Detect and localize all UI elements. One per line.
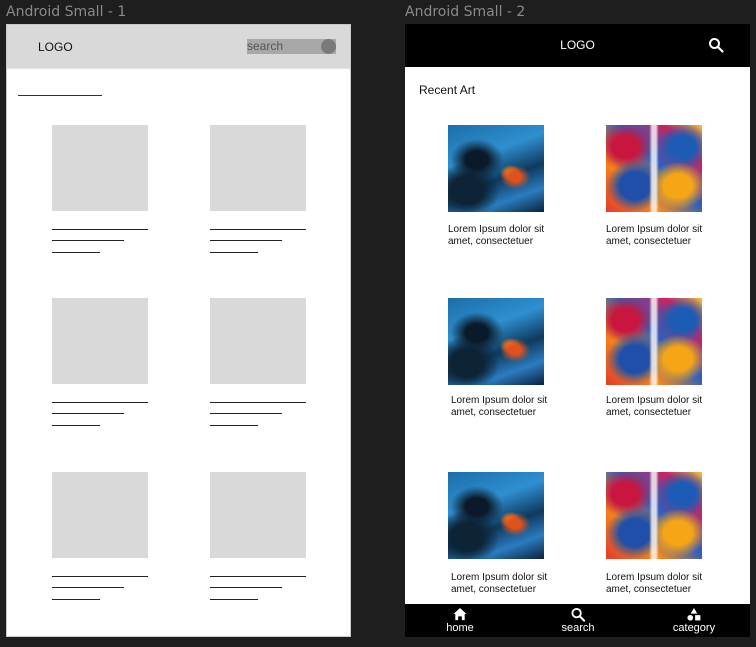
wireframe-logo: LOGO: [38, 40, 73, 54]
frame-title-android-small-2[interactable]: Android Small - 2: [405, 4, 525, 20]
text-line-placeholder: [210, 413, 282, 414]
artwork-image[interactable]: [448, 298, 544, 385]
artwork-caption: Lorem Ipsum dolor sit amet, consectetuer: [606, 224, 703, 247]
image-placeholder: [52, 125, 148, 211]
text-line-placeholder: [52, 413, 124, 414]
nav-search-button[interactable]: search: [538, 607, 618, 634]
artwork-caption: Lorem Ipsum dolor sit amet, consectetuer: [451, 395, 548, 418]
artwork-image[interactable]: [606, 298, 702, 385]
text-line-placeholder: [52, 402, 148, 403]
design-frame[interactable]: LOGO Recent Art Lorem Ipsum dolor sit am…: [405, 24, 750, 637]
image-placeholder: [210, 472, 306, 558]
image-placeholder: [52, 472, 148, 558]
nav-home-label: home: [446, 622, 474, 634]
wireframe-search-placeholder: search: [247, 39, 284, 53]
nav-search-label: search: [561, 622, 595, 634]
text-line-placeholder: [52, 240, 124, 241]
wireframe-search-bar[interactable]: search: [247, 39, 336, 54]
header-divider: [7, 68, 350, 69]
text-line-placeholder: [210, 425, 258, 426]
section-title: Recent Art: [419, 83, 476, 97]
bottom-navigation: home search category: [405, 604, 750, 637]
text-line-placeholder: [52, 587, 124, 588]
text-line-placeholder: [210, 402, 306, 403]
search-icon[interactable]: [708, 37, 724, 53]
category-icon: [687, 607, 701, 621]
app-logo: LOGO: [560, 38, 595, 52]
text-line-placeholder: [52, 229, 148, 230]
frame-title-android-small-1[interactable]: Android Small - 1: [6, 4, 126, 20]
text-line-placeholder: [210, 576, 306, 577]
nav-category-label: category: [672, 622, 716, 634]
artwork-caption: Lorem Ipsum dolor sit amet, consectetuer: [448, 224, 545, 247]
text-line-placeholder: [52, 425, 100, 426]
app-header: LOGO: [405, 24, 750, 67]
wireframe-search-icon: [321, 39, 336, 54]
artwork-caption: Lorem Ipsum dolor sit amet, consectetuer: [451, 572, 548, 595]
text-line-placeholder: [210, 240, 282, 241]
text-line-placeholder: [52, 599, 100, 600]
wireframe-frame[interactable]: LOGO search: [6, 24, 351, 637]
text-line-placeholder: [52, 576, 148, 577]
artwork-caption: Lorem Ipsum dolor sit amet, consectetuer: [606, 395, 703, 418]
artwork-image[interactable]: [606, 472, 702, 559]
image-placeholder: [210, 125, 306, 211]
nav-home-button[interactable]: home: [420, 607, 500, 634]
text-line-placeholder: [210, 252, 258, 253]
image-placeholder: [210, 298, 306, 384]
text-line-placeholder: [210, 599, 258, 600]
text-line-placeholder: [210, 229, 306, 230]
home-icon: [453, 607, 467, 621]
nav-category-button[interactable]: category: [654, 607, 734, 634]
search-icon: [571, 607, 586, 622]
artwork-image[interactable]: [606, 125, 702, 212]
artwork-image[interactable]: [448, 472, 544, 559]
artwork-image[interactable]: [448, 125, 544, 212]
artwork-caption: Lorem Ipsum dolor sit amet, consectetuer: [606, 572, 703, 595]
text-line-placeholder: [210, 587, 282, 588]
wireframe-header: LOGO search: [7, 25, 350, 68]
wireframe-heading-placeholder: [18, 95, 102, 96]
text-line-placeholder: [52, 252, 100, 253]
image-placeholder: [52, 298, 148, 384]
